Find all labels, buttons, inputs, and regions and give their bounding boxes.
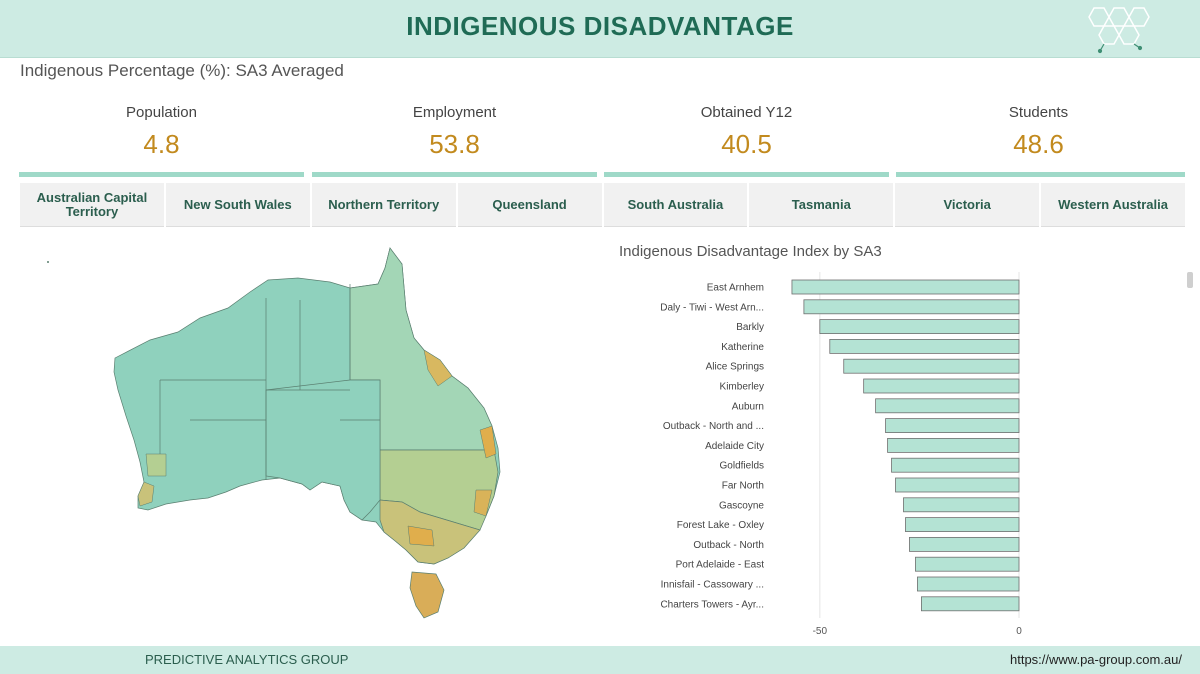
kpi-divider bbox=[312, 172, 597, 177]
kpi-value: 4.8 bbox=[143, 129, 180, 159]
header-bar: INDIGENOUS DISADVANTAGE bbox=[0, 0, 1200, 58]
bar[interactable] bbox=[885, 418, 1020, 434]
kpi-employment: Employment 53.8 bbox=[312, 98, 597, 160]
state-button-wa[interactable]: Western Australia bbox=[1041, 183, 1185, 227]
kpi-label: Employment bbox=[412, 104, 497, 121]
category-label: Charters Towers - Ayr... bbox=[660, 599, 764, 610]
category-label: Far North bbox=[722, 481, 764, 492]
kpi-students: Students 48.6 bbox=[896, 98, 1181, 160]
bar[interactable] bbox=[863, 378, 1020, 394]
category-label: Gascoyne bbox=[719, 500, 764, 511]
category-label: Auburn bbox=[732, 401, 764, 412]
footer-website-link[interactable]: https://www.pa-group.com.au/ bbox=[1010, 652, 1182, 667]
subtitle: Indigenous Percentage (%): SA3 Averaged bbox=[20, 61, 344, 80]
state-button-act[interactable]: Australian Capital Territory bbox=[20, 183, 164, 227]
bar[interactable] bbox=[819, 319, 1020, 334]
kpi-label: Students bbox=[1008, 104, 1069, 121]
category-label: Port Adelaide - East bbox=[676, 560, 765, 571]
category-label: Innisfail - Cassowary ... bbox=[661, 580, 764, 591]
category-label: Daly - Tiwi - West Arn... bbox=[660, 302, 764, 313]
bar[interactable] bbox=[891, 457, 1020, 473]
category-label: Alice Springs bbox=[706, 362, 764, 373]
molecule-logo-icon bbox=[1088, 7, 1150, 54]
category-label: Goldfields bbox=[720, 461, 764, 472]
kpi-population: Population 4.8 bbox=[19, 98, 304, 160]
kpi-divider bbox=[604, 172, 889, 177]
state-button-vic[interactable]: Victoria bbox=[895, 183, 1040, 227]
category-label: Barkly bbox=[736, 322, 764, 333]
state-button-nt[interactable]: Northern Territory bbox=[311, 183, 456, 227]
kpi-obtained-y12: Obtained Y12 40.5 bbox=[604, 98, 889, 160]
bar[interactable] bbox=[803, 299, 1020, 315]
category-label: Katherine bbox=[721, 342, 764, 353]
bar[interactable] bbox=[895, 477, 1020, 493]
state-filter-bar: Australian Capital Territory New South W… bbox=[20, 183, 1185, 227]
bar[interactable] bbox=[909, 536, 1020, 552]
bar[interactable] bbox=[903, 497, 1020, 513]
kpi-value: 53.8 bbox=[429, 129, 480, 159]
footer-company: PREDICTIVE ANALYTICS GROUP bbox=[145, 652, 349, 667]
x-tick-label: 0 bbox=[1016, 626, 1022, 637]
category-label: Kimberley bbox=[720, 382, 764, 393]
category-label: Outback - North bbox=[693, 540, 764, 551]
bar[interactable] bbox=[921, 596, 1020, 612]
footer-bar: PREDICTIVE ANALYTICS GROUP https://www.p… bbox=[0, 646, 1200, 674]
bar[interactable] bbox=[915, 556, 1020, 572]
kpi-value: 48.6 bbox=[1013, 129, 1064, 159]
x-tick-label: -50 bbox=[813, 626, 828, 637]
kpi-label: Obtained Y12 bbox=[700, 104, 793, 121]
kpi-divider bbox=[19, 172, 304, 177]
chart-title: Indigenous Disadvantage Index by SA3 bbox=[619, 243, 882, 260]
bar[interactable] bbox=[917, 576, 1020, 592]
category-label: Outback - North and ... bbox=[663, 421, 764, 432]
state-button-sa[interactable]: South Australia bbox=[603, 183, 748, 227]
disadvantage-bar-chart: -50 0 East Arnhem Daly - Tiwi - West Arn...… bbox=[660, 272, 1022, 637]
bar[interactable] bbox=[829, 339, 1020, 354]
state-button-nsw[interactable]: New South Wales bbox=[165, 183, 310, 227]
bar[interactable] bbox=[791, 279, 1020, 295]
page-title: INDIGENOUS DISADVANTAGE bbox=[406, 11, 794, 41]
kpi-value: 40.5 bbox=[721, 129, 772, 159]
category-label: Adelaide City bbox=[705, 441, 764, 452]
bar[interactable] bbox=[875, 398, 1020, 414]
state-button-qld[interactable]: Queensland bbox=[457, 183, 602, 227]
category-label: East Arnhem bbox=[707, 283, 764, 294]
state-button-tas[interactable]: Tasmania bbox=[749, 183, 894, 227]
category-label: Forest Lake - Oxley bbox=[677, 520, 764, 531]
chart-scrollbar[interactable] bbox=[1187, 272, 1193, 288]
australia-choropleth-map[interactable] bbox=[40, 240, 560, 640]
kpi-label: Population bbox=[126, 104, 197, 121]
bar[interactable] bbox=[887, 437, 1020, 453]
bar[interactable] bbox=[905, 517, 1020, 533]
kpi-divider bbox=[896, 172, 1185, 177]
bar[interactable] bbox=[843, 358, 1020, 374]
